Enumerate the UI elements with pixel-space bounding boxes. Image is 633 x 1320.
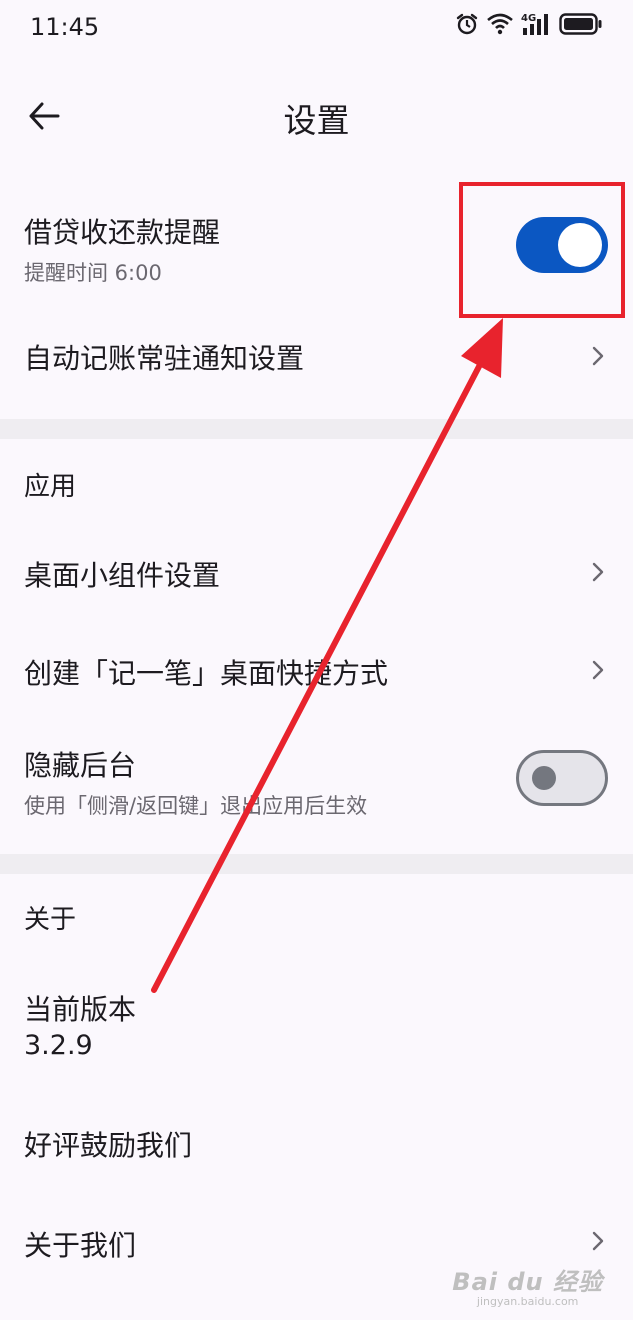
setting-version: 当前版本 3.2.9 bbox=[0, 970, 633, 1070]
battery-icon bbox=[559, 13, 602, 35]
status-icons: 4G bbox=[455, 12, 603, 36]
setting-shortcut[interactable]: 创建「记一笔」桌面快捷方式 bbox=[0, 628, 633, 713]
setting-loan-reminder[interactable]: 借贷收还款提醒 提醒时间 6:00 bbox=[0, 195, 633, 305]
chevron-right-icon bbox=[592, 1231, 604, 1251]
hide-background-toggle[interactable] bbox=[516, 750, 608, 806]
hide-background-title: 隐藏后台 bbox=[24, 749, 137, 782]
alarm-icon bbox=[456, 13, 478, 35]
setting-hide-background[interactable]: 隐藏后台 使用「侧滑/返回键」退出应用后生效 bbox=[0, 728, 633, 838]
auto-notify-title: 自动记账常驻通知设置 bbox=[24, 342, 305, 375]
shortcut-title: 创建「记一笔」桌面快捷方式 bbox=[24, 657, 389, 690]
status-bar: 11:45 4G bbox=[0, 0, 633, 56]
network-label: 4G bbox=[521, 13, 536, 24]
setting-rate-us[interactable]: 好评鼓励我们 bbox=[0, 1100, 633, 1185]
section-divider bbox=[0, 419, 633, 439]
signal-4g-icon: 4G bbox=[521, 13, 548, 35]
section-header-app: 应用 bbox=[24, 472, 77, 502]
hide-background-subtitle: 使用「侧滑/返回键」退出应用后生效 bbox=[24, 794, 368, 818]
toggle-knob bbox=[532, 766, 556, 790]
toggle-knob bbox=[558, 223, 602, 267]
setting-auto-notify[interactable]: 自动记账常驻通知设置 bbox=[0, 315, 633, 400]
version-value: 3.2.9 bbox=[24, 1030, 93, 1061]
wifi-icon bbox=[487, 13, 513, 35]
page-title: 设置 bbox=[283, 101, 350, 140]
chevron-right-icon bbox=[592, 346, 604, 366]
chevron-right-icon bbox=[592, 562, 604, 582]
loan-reminder-toggle[interactable] bbox=[516, 217, 608, 273]
section-header-about: 关于 bbox=[24, 905, 77, 935]
loan-reminder-subtitle: 提醒时间 6:00 bbox=[24, 261, 162, 285]
status-time: 11:45 bbox=[30, 13, 100, 41]
app-bar: 设置 bbox=[0, 70, 633, 162]
widget-title: 桌面小组件设置 bbox=[24, 559, 221, 592]
version-title: 当前版本 bbox=[24, 993, 137, 1026]
rate-title: 好评鼓励我们 bbox=[24, 1129, 193, 1162]
about-us-title: 关于我们 bbox=[24, 1229, 137, 1262]
section-divider bbox=[0, 854, 633, 874]
loan-reminder-title: 借贷收还款提醒 bbox=[24, 216, 221, 249]
setting-widget[interactable]: 桌面小组件设置 bbox=[0, 530, 633, 615]
chevron-right-icon bbox=[592, 660, 604, 680]
baidu-jingyan-watermark: Bai du 经验 jingyan.baidu.com bbox=[452, 1262, 603, 1308]
watermark-logo: Bai du 经验 bbox=[452, 1268, 603, 1296]
